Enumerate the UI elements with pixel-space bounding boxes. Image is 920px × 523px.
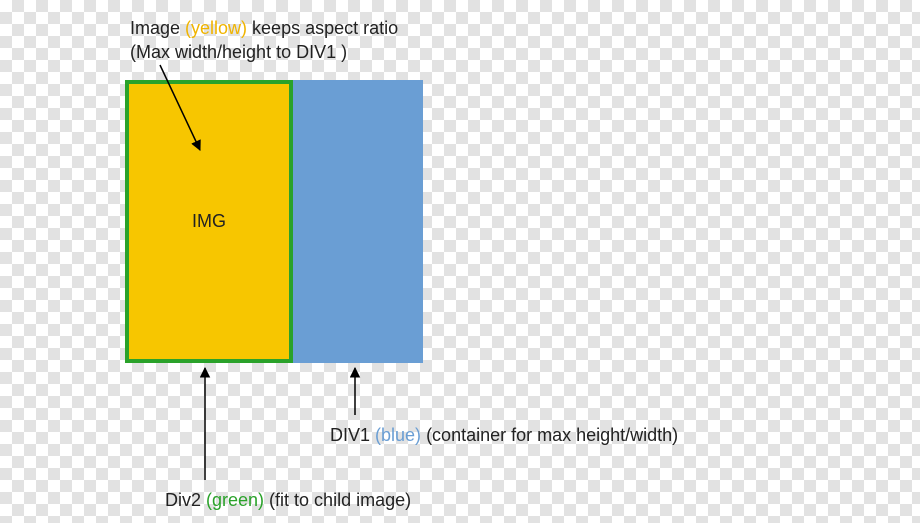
caption-image-aspect-line2: (Max width/height to DIV1 ) [130, 42, 347, 62]
caption-div1-prefix: DIV1 [330, 425, 375, 445]
div2-green-wrapper: IMG [125, 80, 293, 363]
caption-image-aspect-colored: (yellow) [185, 18, 247, 38]
img-label: IMG [129, 84, 289, 359]
caption-div2-colored: (green) [206, 490, 264, 510]
caption-image-aspect-suffix: keeps aspect ratio [247, 18, 398, 38]
caption-image-aspect-prefix: Image [130, 18, 185, 38]
caption-div1-colored: (blue) [375, 425, 421, 445]
caption-div1: DIV1 (blue) (container for max height/wi… [330, 423, 678, 447]
caption-div2-suffix: (fit to child image) [264, 490, 411, 510]
caption-div2-prefix: Div2 [165, 490, 206, 510]
caption-div1-suffix: (container for max height/width) [421, 425, 678, 445]
caption-div2: Div2 (green) (fit to child image) [165, 488, 411, 512]
caption-image-aspect: Image (yellow) keeps aspect ratio (Max w… [130, 16, 398, 65]
